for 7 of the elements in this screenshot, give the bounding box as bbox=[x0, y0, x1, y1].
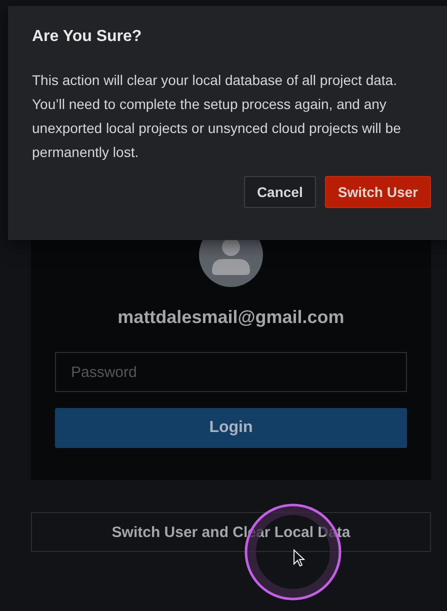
dialog-message: This action will clear your local database of all project data. You’ll need to complete the setup process again, and any unexported local projects or unsynced cloud projects will be permanently lost. bbox=[32, 71, 402, 162]
dialog-title: Are You Sure? bbox=[32, 28, 143, 46]
login-button[interactable]: Login bbox=[55, 408, 407, 448]
cancel-button[interactable]: Cancel bbox=[244, 176, 316, 208]
switch-user-confirm-button[interactable]: Switch User bbox=[324, 176, 431, 208]
user-email: mattdalesmail@gmail.com bbox=[118, 307, 344, 328]
password-field[interactable]: Password bbox=[55, 352, 407, 392]
